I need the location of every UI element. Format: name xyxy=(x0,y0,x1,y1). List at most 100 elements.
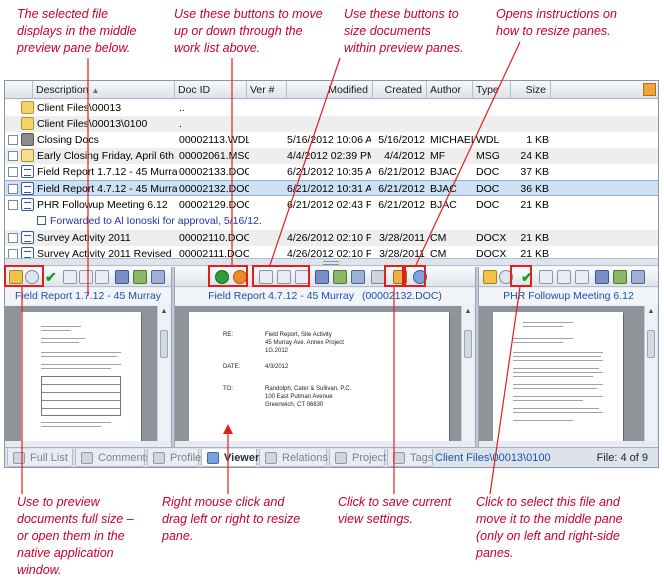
list-row[interactable]: Client Files\00013 .. xyxy=(5,100,658,116)
row-doc-id: .. xyxy=(179,102,185,114)
row-doc-id: . xyxy=(179,118,182,130)
tab-viewer[interactable]: Viewer xyxy=(201,449,259,467)
row-checkbox[interactable] xyxy=(8,151,18,161)
scroll-thumb[interactable] xyxy=(464,330,472,358)
relations-icon[interactable] xyxy=(315,270,329,284)
list-row[interactable]: PHR Followup Meeting 6.12 00002129.DOC 6… xyxy=(5,197,658,213)
middle-pane-title[interactable]: Field Report 4.7.12 - 45 Murray (00002132… xyxy=(175,288,475,305)
left-document-view[interactable] xyxy=(5,306,157,441)
row-checkbox[interactable] xyxy=(8,233,18,243)
fit-page-icon[interactable] xyxy=(539,270,553,284)
word-doc-icon xyxy=(21,165,34,178)
row-doc-id: 00002111.DOCX xyxy=(179,248,249,258)
column-type[interactable]: Type xyxy=(473,81,511,99)
relations-icon[interactable] xyxy=(595,270,609,284)
row-created: 3/28/2011 xyxy=(379,248,425,258)
tab-full-list[interactable]: Full List xyxy=(7,449,73,467)
actual-size-icon[interactable] xyxy=(95,270,109,284)
column-description[interactable]: Description ▲ xyxy=(33,81,175,99)
right-pane-title[interactable]: PHR Followup Meeting 6.12 xyxy=(479,288,658,305)
row-created: 5/16/2012 xyxy=(378,134,425,146)
viewer-icon xyxy=(207,452,219,464)
refresh-icon[interactable] xyxy=(333,270,347,284)
tab-relations[interactable]: Relations xyxy=(259,449,328,467)
scroll-thumb[interactable] xyxy=(647,330,655,358)
column-doc-id[interactable]: Doc ID xyxy=(175,81,247,99)
list-row[interactable]: Client Files\00013\0100 . xyxy=(5,116,658,132)
scroll-up-icon[interactable]: ▲ xyxy=(464,308,472,316)
row-size: 21 KB xyxy=(520,199,549,211)
column-author[interactable]: Author xyxy=(427,81,473,99)
row-doc-id: 00002133.DOC xyxy=(179,166,249,178)
row-checkbox[interactable] xyxy=(8,135,18,145)
row-type: DOCX xyxy=(476,248,507,258)
forwarded-note: Forwarded to Al Ionoski for approval, 5/… xyxy=(37,213,262,229)
folder-icon xyxy=(21,117,34,130)
tab-project[interactable]: Project xyxy=(329,449,386,467)
profile-icon xyxy=(153,452,165,464)
left-pane-scrollbar[interactable]: ▲ xyxy=(157,306,169,441)
annotation-resize-instructions: Opens instructions on how to resize pane… xyxy=(496,7,617,38)
scroll-up-icon[interactable]: ▲ xyxy=(647,308,655,316)
actual-size-icon[interactable] xyxy=(575,270,589,284)
folder-up-icon xyxy=(21,101,34,114)
word-doc-icon xyxy=(21,231,34,244)
column-modified[interactable]: Modified xyxy=(287,81,373,99)
list-row-selected[interactable]: Field Report 4.7.12 - 45 Murray 00002132… xyxy=(5,180,658,196)
scroll-thumb[interactable] xyxy=(160,330,168,358)
row-modified: 5/16/2012 10:06 AM xyxy=(287,134,371,146)
email-icon xyxy=(21,149,34,162)
row-modified: 4/26/2012 02:10 PM xyxy=(287,248,371,258)
row-description: Client Files\00013\0100 xyxy=(37,118,148,130)
fit-page-icon[interactable] xyxy=(63,270,77,284)
relations-icon[interactable] xyxy=(115,270,129,284)
column-ver[interactable]: Ver # xyxy=(247,81,287,99)
tab-comments[interactable]: Comments xyxy=(75,449,151,467)
scroll-up-icon[interactable]: ▲ xyxy=(160,308,168,316)
list-row[interactable]: Field Report 1.7.12 - 45 Murray 00002133… xyxy=(5,164,658,180)
open-native-icon[interactable] xyxy=(483,270,497,284)
row-author: BJAC xyxy=(430,183,457,195)
row-type: DOC xyxy=(476,166,500,178)
column-created[interactable]: Created xyxy=(373,81,427,99)
link-icon[interactable] xyxy=(351,270,365,284)
middle-document-view[interactable]: RE: Field Report, Site Activity 45 Murra… xyxy=(175,306,461,441)
row-created: 3/28/2011 xyxy=(379,232,425,244)
middle-pane-scrollbar[interactable]: ▲ xyxy=(461,306,473,441)
refresh-icon[interactable] xyxy=(133,270,147,284)
list-preview-splitter[interactable] xyxy=(5,258,658,266)
left-preview-pane: ✔ Field Report 1.7.12 - 45 Murray ▲ xyxy=(5,267,171,449)
link-icon[interactable] xyxy=(631,270,645,284)
list-row[interactable]: Early Closing Friday, April 6th 00002061… xyxy=(5,148,658,164)
print-icon[interactable] xyxy=(371,270,385,284)
fit-width-icon[interactable] xyxy=(79,270,93,284)
comments-icon xyxy=(81,452,93,464)
row-created: 4/4/2012 xyxy=(384,150,425,162)
wdl-icon xyxy=(21,133,34,146)
tab-profile[interactable]: Profile xyxy=(147,449,201,467)
list-row[interactable]: Survey Activity 2011 Revised 00002111.DO… xyxy=(5,246,658,258)
row-checkbox[interactable] xyxy=(8,249,18,258)
refresh-icon[interactable] xyxy=(613,270,627,284)
highlight-save-view-button xyxy=(384,265,404,287)
column-size[interactable]: Size xyxy=(511,81,551,99)
row-checkbox[interactable] xyxy=(8,167,18,177)
row-author: MICHAEL xyxy=(430,134,474,146)
row-created: 6/21/2012 xyxy=(378,166,425,178)
row-author: BJAC xyxy=(430,199,457,211)
fit-width-icon[interactable] xyxy=(557,270,571,284)
row-checkbox[interactable] xyxy=(8,184,18,194)
view-tab-bar: Full List Comments Profile Viewer Relati… xyxy=(5,447,658,467)
list-row[interactable]: Closing Docs 00002113.WDL 5/16/2012 10:0… xyxy=(5,132,658,148)
right-document-view[interactable] xyxy=(479,306,644,441)
document-page: RE: Field Report, Site Activity 45 Murra… xyxy=(189,312,449,441)
link-icon[interactable] xyxy=(151,270,165,284)
document-page xyxy=(493,312,623,441)
tab-tags[interactable]: Tags xyxy=(387,449,433,467)
row-checkbox[interactable] xyxy=(8,200,18,210)
column-chooser-icon[interactable] xyxy=(643,83,656,96)
left-pane-title[interactable]: Field Report 1.7.12 - 45 Murray xyxy=(5,288,171,305)
right-pane-scrollbar[interactable]: ▲ xyxy=(644,306,656,441)
checkmark-icon[interactable]: ✔ xyxy=(45,270,59,284)
list-row[interactable]: Survey Activity 2011 00002110.DOCX 4/26/… xyxy=(5,230,658,246)
